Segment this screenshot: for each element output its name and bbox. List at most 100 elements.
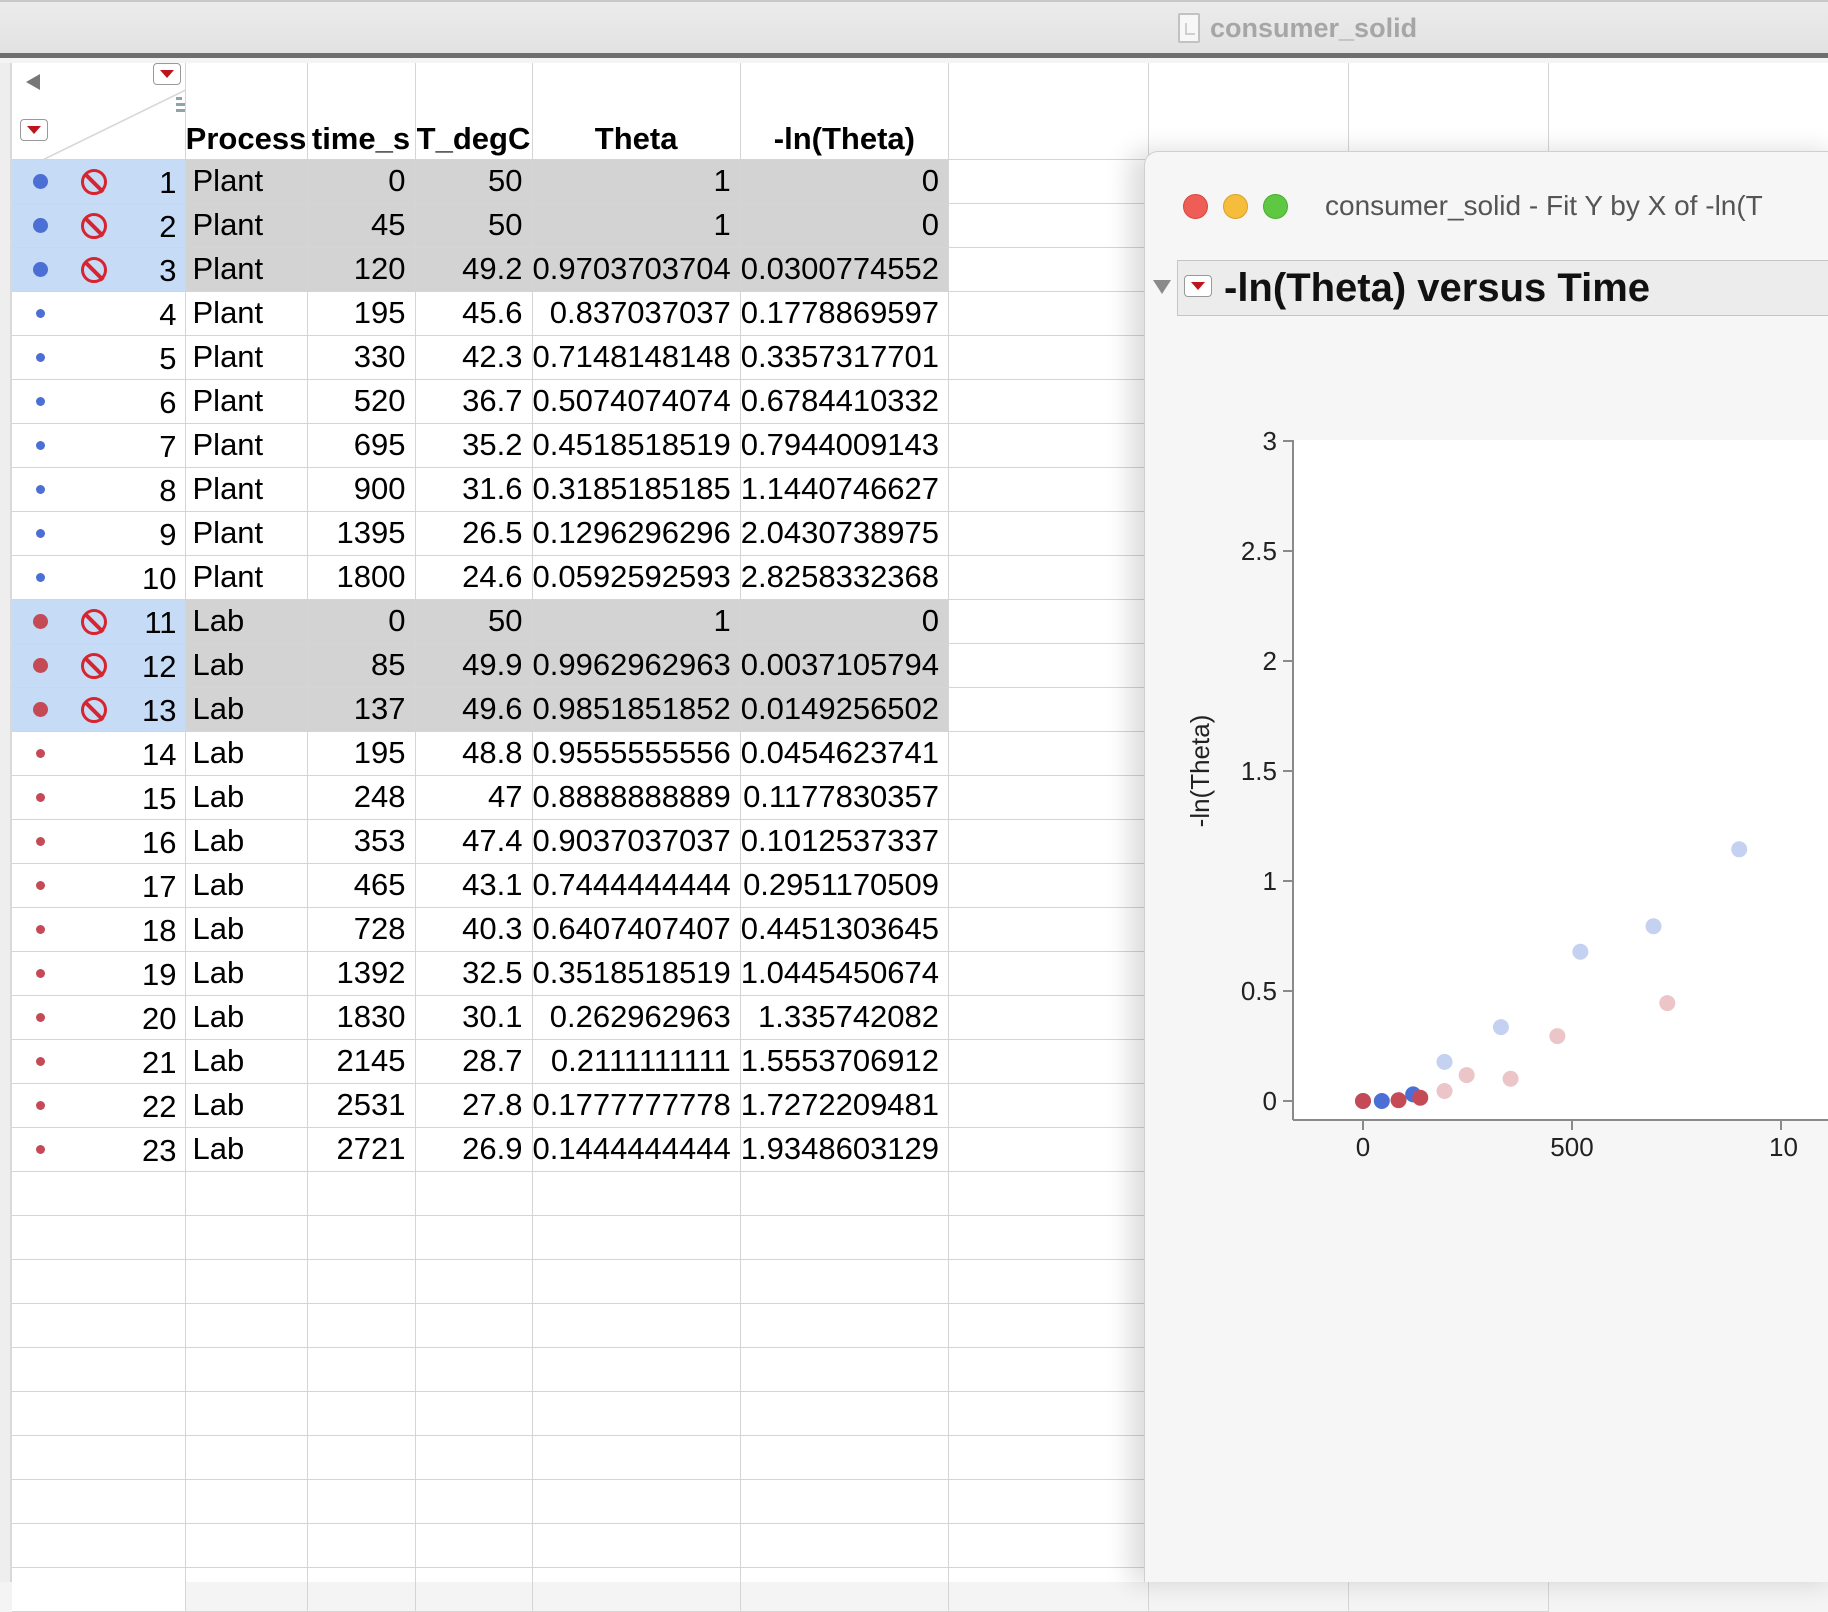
- cell-theta[interactable]: 1: [532, 203, 741, 248]
- empty-cell[interactable]: [12, 1435, 186, 1480]
- empty-cell[interactable]: [740, 1567, 950, 1612]
- empty-cell[interactable]: [185, 1435, 308, 1480]
- rows-menu-button[interactable]: [20, 119, 48, 141]
- empty-cell[interactable]: [415, 1215, 533, 1260]
- empty-cell[interactable]: [948, 1039, 1150, 1084]
- cell-process[interactable]: Plant: [185, 247, 308, 292]
- cell-t-degc[interactable]: 27.8: [415, 1083, 533, 1128]
- cell-process[interactable]: Plant: [185, 423, 308, 468]
- row-header[interactable]: 16: [12, 819, 186, 864]
- cell-t-degc[interactable]: 42.3: [415, 335, 533, 380]
- empty-cell[interactable]: [185, 1259, 308, 1304]
- row-header[interactable]: 1: [12, 159, 186, 204]
- cell-theta[interactable]: 0.3518518519: [532, 951, 741, 996]
- cell-neg-ln-theta[interactable]: 0.1778869597: [740, 291, 950, 336]
- cell-process[interactable]: Lab: [185, 995, 308, 1040]
- empty-cell[interactable]: [415, 1259, 533, 1304]
- cell-theta[interactable]: 0.5074074074: [532, 379, 741, 424]
- empty-cell[interactable]: [185, 1523, 308, 1568]
- cell-theta[interactable]: 0.8888888889: [532, 775, 741, 820]
- cell-time-s[interactable]: 353: [307, 819, 416, 864]
- empty-cell[interactable]: [532, 1435, 741, 1480]
- row-header[interactable]: 4: [12, 291, 186, 336]
- empty-cell[interactable]: [740, 1391, 950, 1436]
- outline-disclosure-icon[interactable]: [1153, 280, 1171, 294]
- cell-neg-ln-theta[interactable]: 0.7944009143: [740, 423, 950, 468]
- empty-cell[interactable]: [307, 1435, 416, 1480]
- cell-time-s[interactable]: 1395: [307, 511, 416, 556]
- cell-t-degc[interactable]: 49.2: [415, 247, 533, 292]
- empty-cell[interactable]: [532, 1567, 741, 1612]
- empty-cell[interactable]: [307, 1259, 416, 1304]
- cell-process[interactable]: Plant: [185, 335, 308, 380]
- cell-neg-ln-theta[interactable]: 0.1012537337: [740, 819, 950, 864]
- cell-theta[interactable]: 0.9962962963: [532, 643, 741, 688]
- cell-t-degc[interactable]: 30.1: [415, 995, 533, 1040]
- cell-process[interactable]: Lab: [185, 1127, 308, 1172]
- row-header[interactable]: 9: [12, 511, 186, 556]
- cell-t-degc[interactable]: 40.3: [415, 907, 533, 952]
- row-header[interactable]: 7: [12, 423, 186, 468]
- column-header-theta[interactable]: Theta: [532, 63, 741, 160]
- row-header[interactable]: 3: [12, 247, 186, 292]
- empty-cell[interactable]: [948, 643, 1150, 688]
- cell-neg-ln-theta[interactable]: 0.0037105794: [740, 643, 950, 688]
- column-header-empty[interactable]: [1148, 63, 1350, 160]
- row-header[interactable]: 20: [12, 995, 186, 1040]
- empty-cell[interactable]: [185, 1171, 308, 1216]
- cell-time-s[interactable]: 1800: [307, 555, 416, 600]
- empty-cell[interactable]: [532, 1347, 741, 1392]
- empty-cell[interactable]: [948, 1083, 1150, 1128]
- cell-time-s[interactable]: 195: [307, 731, 416, 776]
- empty-cell[interactable]: [415, 1391, 533, 1436]
- cell-time-s[interactable]: 2721: [307, 1127, 416, 1172]
- cell-process[interactable]: Plant: [185, 467, 308, 512]
- cell-process[interactable]: Lab: [185, 951, 308, 996]
- scatter-plot-svg[interactable]: 0 0.5 1 1.5 2 2.5 3 0 500 10 -ln(Theta): [1145, 322, 1828, 1322]
- cell-process[interactable]: Plant: [185, 555, 308, 600]
- cell-time-s[interactable]: 0: [307, 599, 416, 644]
- columns-list-icon[interactable]: [176, 97, 184, 117]
- column-header-process[interactable]: Process: [185, 63, 308, 160]
- empty-cell[interactable]: [12, 1347, 186, 1392]
- empty-cell[interactable]: [12, 1567, 186, 1612]
- row-header[interactable]: 10: [12, 555, 186, 600]
- empty-cell[interactable]: [532, 1479, 741, 1524]
- empty-cell[interactable]: [12, 1479, 186, 1524]
- cell-theta[interactable]: 1: [532, 599, 741, 644]
- cell-theta[interactable]: 0.9555555556: [532, 731, 741, 776]
- empty-cell[interactable]: [948, 1215, 1150, 1260]
- row-header[interactable]: 2: [12, 203, 186, 248]
- cell-neg-ln-theta[interactable]: 0: [740, 203, 950, 248]
- empty-cell[interactable]: [948, 1127, 1150, 1172]
- cell-neg-ln-theta[interactable]: 1.1440746627: [740, 467, 950, 512]
- empty-cell[interactable]: [415, 1303, 533, 1348]
- empty-cell[interactable]: [12, 1259, 186, 1304]
- cell-time-s[interactable]: 0: [307, 159, 416, 204]
- cell-time-s[interactable]: 1392: [307, 951, 416, 996]
- cell-time-s[interactable]: 520: [307, 379, 416, 424]
- empty-cell[interactable]: [948, 599, 1150, 644]
- column-header-empty[interactable]: [1348, 63, 1550, 160]
- cell-t-degc[interactable]: 26.9: [415, 1127, 533, 1172]
- empty-cell[interactable]: [948, 1435, 1150, 1480]
- empty-cell[interactable]: [532, 1171, 741, 1216]
- cell-process[interactable]: Lab: [185, 907, 308, 952]
- window-close-button[interactable]: [1183, 194, 1208, 219]
- cell-theta[interactable]: 0.9037037037: [532, 819, 741, 864]
- empty-cell[interactable]: [948, 335, 1150, 380]
- empty-cell[interactable]: [948, 863, 1150, 908]
- empty-cell[interactable]: [948, 731, 1150, 776]
- empty-cell[interactable]: [307, 1171, 416, 1216]
- row-header[interactable]: 6: [12, 379, 186, 424]
- empty-cell[interactable]: [12, 1303, 186, 1348]
- cell-time-s[interactable]: 2531: [307, 1083, 416, 1128]
- cell-time-s[interactable]: 2145: [307, 1039, 416, 1084]
- cell-neg-ln-theta[interactable]: 0: [740, 599, 950, 644]
- cell-neg-ln-theta[interactable]: 2.8258332368: [740, 555, 950, 600]
- cell-process[interactable]: Lab: [185, 819, 308, 864]
- empty-cell[interactable]: [948, 379, 1150, 424]
- empty-cell[interactable]: [948, 1347, 1150, 1392]
- cell-theta[interactable]: 0.4518518519: [532, 423, 741, 468]
- cell-theta[interactable]: 0.7148148148: [532, 335, 741, 380]
